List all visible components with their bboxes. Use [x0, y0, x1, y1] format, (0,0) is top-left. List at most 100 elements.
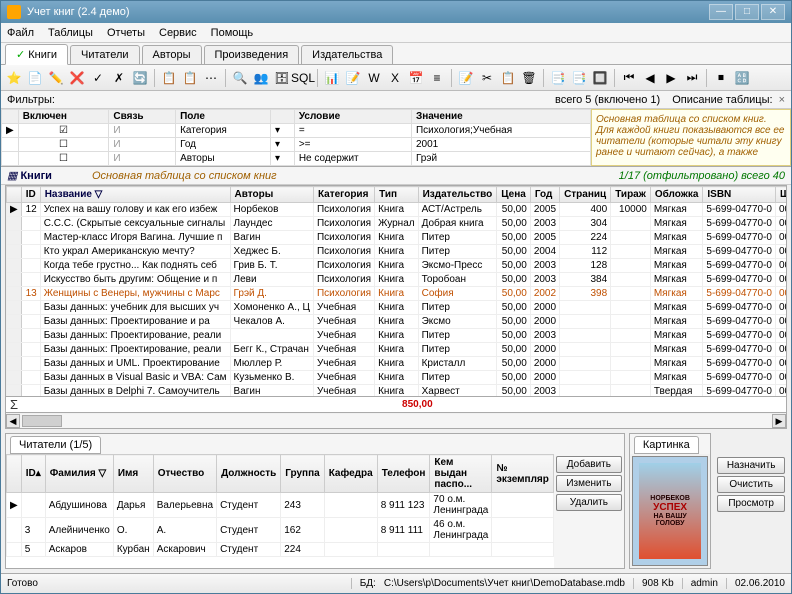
- menu-tables[interactable]: Таблицы: [48, 27, 93, 39]
- toolbar-icon[interactable]: ⏮: [620, 69, 638, 87]
- toolbar-icon[interactable]: 📊: [323, 69, 341, 87]
- table-row[interactable]: Базы данных: Проектирование, реалиБегг К…: [7, 343, 788, 357]
- reader-row[interactable]: ▶АбдушиноваДарьяВалерьевнаСтудент2438 91…: [7, 493, 554, 518]
- toolbar-icon[interactable]: ⏹: [712, 69, 730, 87]
- table-row[interactable]: С.С.С. (Скрытые сексуальные сигналыЛаунд…: [7, 217, 788, 231]
- status-db-path: C:\Users\p\Documents\Учет книг\DemoDatab…: [384, 578, 625, 589]
- tab-Издательства[interactable]: Издательства: [301, 45, 393, 64]
- filter-header: Фильтры: всего 5 (включено 1) Описание т…: [1, 91, 791, 109]
- toolbar-icon[interactable]: ✂: [478, 69, 496, 87]
- table-row[interactable]: Базы данных в Delphi 7. СамоучительВагин…: [7, 385, 788, 398]
- cover-text: НА ВАШУ ГОЛОВУ: [639, 513, 701, 527]
- horizontal-scrollbar[interactable]: ◀ ▶: [5, 413, 787, 429]
- toolbar-icon[interactable]: 📑: [549, 69, 567, 87]
- filter-row[interactable]: ☐ИГод▾>=2001: [2, 138, 591, 152]
- books-grid[interactable]: IDНазвание ▽АвторыКатегорияТипИздательст…: [5, 185, 787, 397]
- toolbar-icon[interactable]: 📋: [181, 69, 199, 87]
- toolbar-icon[interactable]: 🔍: [231, 69, 249, 87]
- readers-tab[interactable]: Читатели (1/5): [10, 436, 101, 454]
- toolbar-icon[interactable]: 📄: [26, 69, 44, 87]
- status-db-label: БД:: [351, 578, 376, 589]
- toolbar-icon[interactable]: ◀: [641, 69, 659, 87]
- toolbar-icon[interactable]: ❌: [68, 69, 86, 87]
- table-row[interactable]: 13Женщины с Венеры, мужчины с МарсГрэй Д…: [7, 287, 788, 301]
- picture-tab[interactable]: Картинка: [634, 436, 699, 454]
- toolbar-icon[interactable]: ⏭: [683, 69, 701, 87]
- toolbar-icon[interactable]: 📋: [160, 69, 178, 87]
- grid-name: Книги: [20, 170, 51, 182]
- toolbar-icon[interactable]: 📋: [499, 69, 517, 87]
- readers-grid[interactable]: ID▴Фамилия ▽ИмяОтчествоДолжностьГруппаКа…: [6, 454, 554, 568]
- toolbar-icon[interactable]: ✓: [89, 69, 107, 87]
- cover-text: НОРБЕКОВ: [650, 495, 690, 502]
- toolbar-icon[interactable]: ⋯: [202, 69, 220, 87]
- toolbar-icon[interactable]: 🗑: [520, 69, 538, 87]
- toolbar-icon[interactable]: 📑: [570, 69, 588, 87]
- reader-row[interactable]: 3АлейниченкоО.А.Студент1628 911 11146 о.…: [7, 518, 554, 543]
- add-button[interactable]: Добавить: [556, 456, 622, 473]
- toolbar-icon[interactable]: 📝: [457, 69, 475, 87]
- scroll-thumb[interactable]: [22, 415, 62, 427]
- filter-row[interactable]: ☐ИАвторы▾Не содержитГрэй: [2, 152, 591, 166]
- menu-help[interactable]: Помощь: [211, 27, 254, 39]
- table-row[interactable]: Искусство быть другим: Общение и пЛевиПс…: [7, 273, 788, 287]
- table-row[interactable]: Базы данных: Проектирование, реалиУчебна…: [7, 329, 788, 343]
- tab-Авторы[interactable]: Авторы: [142, 45, 202, 64]
- clear-button[interactable]: Очистить: [717, 476, 785, 493]
- window-title: Учет книг (2.4 демо): [27, 6, 709, 18]
- toolbar-icon[interactable]: 🗄: [273, 69, 291, 87]
- toolbar-icon[interactable]: 🔠: [733, 69, 751, 87]
- table-row[interactable]: Базы данных: учебник для высших учХомоне…: [7, 301, 788, 315]
- toolbar-icon[interactable]: 🔲: [591, 69, 609, 87]
- status-ready: Готово: [7, 578, 343, 589]
- desc-label: Описание таблицы:: [672, 94, 772, 106]
- close-button[interactable]: ✕: [761, 4, 785, 20]
- statusbar: Готово БД: C:\Users\p\Documents\Учет кни…: [1, 573, 791, 593]
- tab-Книги[interactable]: ✓Книги: [5, 44, 68, 65]
- toolbar-icon[interactable]: ✏️: [47, 69, 65, 87]
- maximize-button[interactable]: □: [735, 4, 759, 20]
- close-desc-icon[interactable]: ×: [779, 94, 785, 106]
- toolbar-icon[interactable]: 🔄: [131, 69, 149, 87]
- view-button[interactable]: Просмотр: [717, 495, 785, 512]
- filter-row[interactable]: ▶☑ИКатегория▾=Психология;Учебная: [2, 124, 591, 138]
- status-size: 908 Kb: [633, 578, 674, 589]
- tab-Произведения[interactable]: Произведения: [204, 45, 300, 64]
- minimize-button[interactable]: —: [709, 4, 733, 20]
- toolbar-icon[interactable]: W: [365, 69, 383, 87]
- table-row[interactable]: Мастер-класс Игоря Вагина. Лучшие пВагин…: [7, 231, 788, 245]
- filter-grid[interactable]: ВключенСвязьПолеУсловиеЗначение▶☑ИКатего…: [1, 109, 591, 166]
- reader-row[interactable]: 5АскаровКурбанАскаровичСтудент224: [7, 543, 554, 557]
- toolbar: ⭐📄✏️❌✓✗🔄📋📋⋯🔍👥🗄SQL📊📝WX📅≡📝✂📋🗑📑📑🔲⏮◀▶⏭⏹🔠: [1, 65, 791, 91]
- delete-button[interactable]: Удалить: [556, 494, 622, 511]
- grid-desc: Основная таблица со списком книг: [92, 170, 619, 182]
- book-cover-image[interactable]: НОРБЕКОВ УСПЕХ НА ВАШУ ГОЛОВУ: [632, 456, 708, 566]
- tab-Читатели[interactable]: Читатели: [70, 45, 140, 64]
- menu-reports[interactable]: Отчеты: [107, 27, 145, 39]
- table-row[interactable]: Когда тебе грустно... Как поднять себГри…: [7, 259, 788, 273]
- table-row[interactable]: Кто украл Американскую мечту?Хеджес Б.Пс…: [7, 245, 788, 259]
- scroll-left-icon[interactable]: ◀: [6, 414, 20, 428]
- toolbar-icon[interactable]: 📝: [344, 69, 362, 87]
- filter-label: Фильтры:: [7, 94, 555, 106]
- table-row[interactable]: Базы данных: Проектирование и раЧекалов …: [7, 315, 788, 329]
- toolbar-icon[interactable]: ≡: [428, 69, 446, 87]
- table-row[interactable]: Базы данных в Visual Basic и VBA: СамКуз…: [7, 371, 788, 385]
- toolbar-icon[interactable]: 👥: [252, 69, 270, 87]
- table-row[interactable]: Базы данных и UML. ПроектированиеМюллер …: [7, 357, 788, 371]
- picture-panel: Картинка НОРБЕКОВ УСПЕХ НА ВАШУ ГОЛОВУ: [629, 433, 711, 569]
- toolbar-icon[interactable]: ✗: [110, 69, 128, 87]
- assign-button[interactable]: Назначить: [717, 457, 785, 474]
- toolbar-icon[interactable]: ⭐: [5, 69, 23, 87]
- toolbar-icon[interactable]: ▶: [662, 69, 680, 87]
- menu-file[interactable]: Файл: [7, 27, 34, 39]
- scroll-right-icon[interactable]: ▶: [772, 414, 786, 428]
- table-row[interactable]: ▶12Успех на вашу голову и как его избежН…: [7, 203, 788, 217]
- status-user: admin: [682, 578, 718, 589]
- toolbar-icon[interactable]: SQL: [294, 69, 312, 87]
- toolbar-icon[interactable]: 📅: [407, 69, 425, 87]
- menu-service[interactable]: Сервис: [159, 27, 197, 39]
- toolbar-icon[interactable]: X: [386, 69, 404, 87]
- table-description: Основная таблица со списком книг. Для ка…: [591, 109, 791, 166]
- edit-button[interactable]: Изменить: [556, 475, 622, 492]
